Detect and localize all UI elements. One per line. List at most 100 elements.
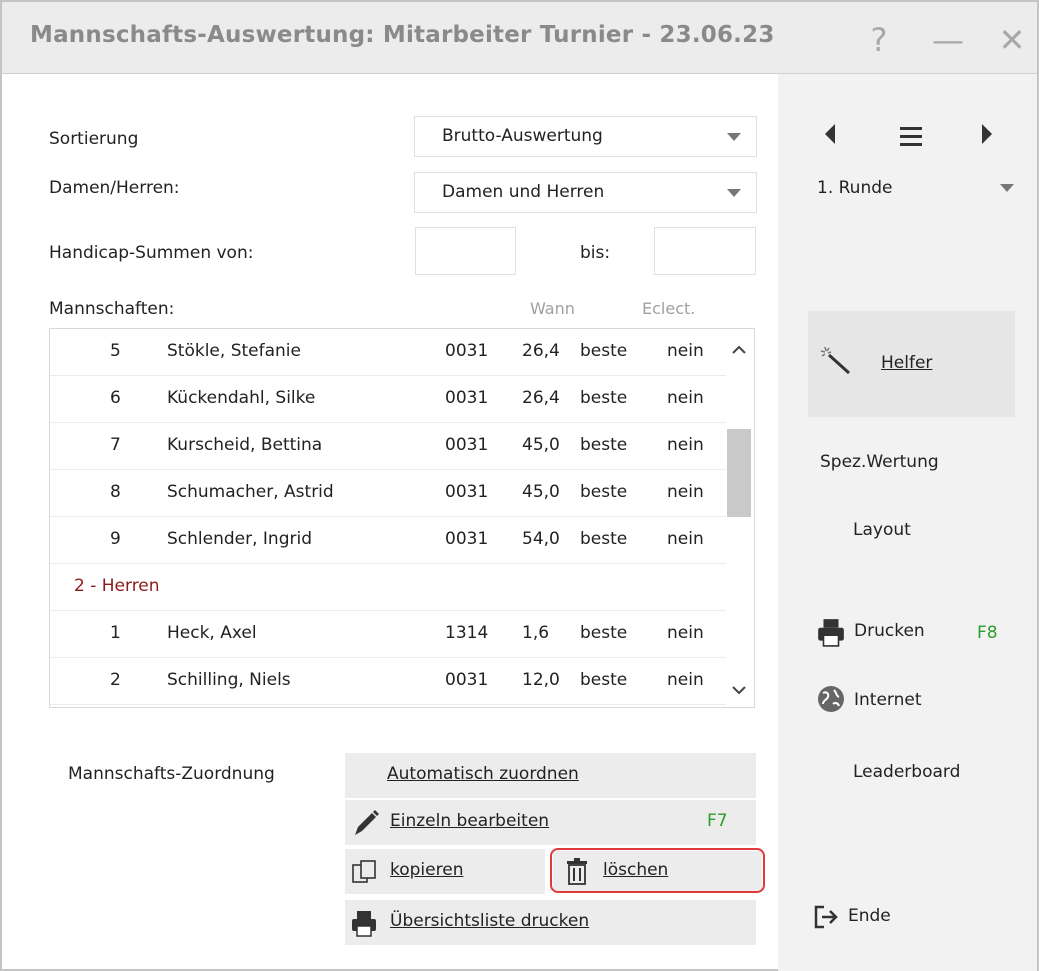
globe-icon [816,684,846,719]
player-name: Kurscheid, Bettina [167,435,323,455]
player-name: Schumacher, Astrid [167,482,334,502]
chevron-down-icon [712,173,756,212]
when-value: beste [580,435,628,455]
eclect-value: nein [667,670,704,690]
handicap-value: 45,0 [522,435,560,455]
copy-label: kopieren [390,860,464,880]
print-button[interactable]: Drucken F8 [816,617,1016,651]
when-value: beste [580,388,628,408]
club-code: 0031 [445,482,489,502]
when-value: beste [580,529,628,549]
pencil-icon [351,808,381,843]
row-number: 8 [110,482,121,502]
team-assignment-label: Mannschafts-Zuordnung [68,764,275,784]
layout-button[interactable]: Layout [853,520,911,540]
internet-label: Internet [854,690,922,710]
table-row[interactable]: 2 Schilling, Niels 0031 12,0 beste nein [50,658,726,705]
table-row[interactable]: 8 Schumacher, Astrid 0031 45,0 beste nei… [50,470,726,517]
exit-button[interactable]: Ende [814,903,934,933]
teams-label: Mannschaften: [49,299,175,319]
helper-button[interactable]: Helfer [808,311,1015,417]
club-code: 0031 [445,341,489,361]
edit-individually-button[interactable]: Einzeln bearbeiten F7 [345,800,756,845]
magic-wand-icon [819,345,853,380]
table-row[interactable]: 9 Schlender, Ingrid 0031 54,0 beste nein [50,517,726,564]
hcp-range-label: Handicap-Summen von: [49,243,254,263]
club-code: 0031 [445,435,489,455]
exit-icon [814,905,840,934]
print-overview-button[interactable]: Übersichtsliste drucken [345,900,756,945]
handicap-value: 45,0 [522,482,560,502]
handicap-value: 1,6 [522,623,550,643]
list-scrollbar[interactable] [724,329,754,707]
table-row[interactable]: 6 Kückendahl, Silke 0031 26,4 beste nein [50,376,726,423]
edit-individually-label: Einzeln bearbeiten [390,811,550,831]
when-value: beste [580,341,628,361]
scroll-down-icon[interactable] [724,675,754,705]
internet-button[interactable]: Internet [816,684,976,718]
handicap-value: 26,4 [522,341,560,361]
row-number: 1 [110,623,121,643]
when-value: beste [580,623,628,643]
menu-icon[interactable] [900,127,922,151]
team-list[interactable]: 5 Stökle, Stefanie 0031 26,4 beste nein … [49,328,755,708]
eclect-value: nein [667,529,704,549]
row-number: 9 [110,529,121,549]
minimize-button[interactable]: — [924,16,972,64]
table-row[interactable]: 5 Stökle, Stefanie 0031 26,4 beste nein [50,329,726,376]
close-button[interactable]: ✕ [988,16,1036,64]
column-header-eclect: Eclect. [642,299,696,318]
group-header-row[interactable]: 2 - Herren [50,564,726,611]
eclect-value: nein [667,435,704,455]
sort-label: Sortierung [49,129,139,149]
delete-button-highlight [550,848,765,893]
eclect-value: nein [667,341,704,361]
club-code: 0031 [445,529,489,549]
player-name: Schilling, Niels [167,670,291,690]
gender-select[interactable]: Damen und Herren [414,172,757,213]
when-value: beste [580,482,628,502]
row-number: 6 [110,388,121,408]
round-select-value: 1. Runde [817,178,893,198]
club-code: 0031 [445,388,489,408]
edit-hotkey: F7 [707,811,728,831]
table-row[interactable]: 1 Heck, Axel 1314 1,6 beste nein [50,611,726,658]
copy-button[interactable]: kopieren [345,849,545,894]
round-select[interactable]: 1. Runde [807,168,1018,208]
leaderboard-button[interactable]: Leaderboard [853,762,960,782]
printer-icon [350,909,378,942]
gender-label: Damen/Herren: [49,178,180,198]
when-value: beste [580,670,628,690]
sort-select-value: Brutto-Auswertung [442,126,603,146]
hcp-to-field[interactable] [654,227,756,275]
auto-assign-label: Automatisch zuordnen [387,764,579,784]
table-row[interactable]: 7 Kurscheid, Bettina 0031 45,0 beste nei… [50,423,726,470]
handicap-value: 54,0 [522,529,560,549]
title-bar: Mannschafts-Auswertung: Mitarbeiter Turn… [2,2,1037,74]
club-code: 1314 [445,623,489,643]
printer-icon [816,617,846,652]
print-overview-label: Übersichtsliste drucken [390,911,590,931]
next-arrow-icon[interactable] [982,124,992,144]
helper-label: Helfer [881,353,933,373]
sort-select[interactable]: Brutto-Auswertung [414,116,757,157]
print-label: Drucken [854,621,925,641]
group-label: 2 - Herren [74,576,160,596]
help-button[interactable]: ? [855,16,903,64]
team-evaluation-window: Mannschafts-Auswertung: Mitarbeiter Turn… [0,0,1039,971]
previous-arrow-icon[interactable] [825,124,835,144]
auto-assign-button[interactable]: Automatisch zuordnen [345,753,756,798]
row-number: 7 [110,435,121,455]
special-scoring-button[interactable]: Spez.Wertung [820,452,939,472]
eclect-value: nein [667,482,704,502]
eclect-value: nein [667,388,704,408]
handicap-value: 12,0 [522,670,560,690]
scroll-up-icon[interactable] [724,335,754,365]
club-code: 0031 [445,670,489,690]
hcp-to-label: bis: [580,243,611,263]
scrollbar-thumb[interactable] [727,429,751,517]
copy-icon [351,859,379,890]
hcp-from-field[interactable] [415,227,516,275]
chevron-down-icon [712,117,756,156]
player-name: Heck, Axel [167,623,257,643]
